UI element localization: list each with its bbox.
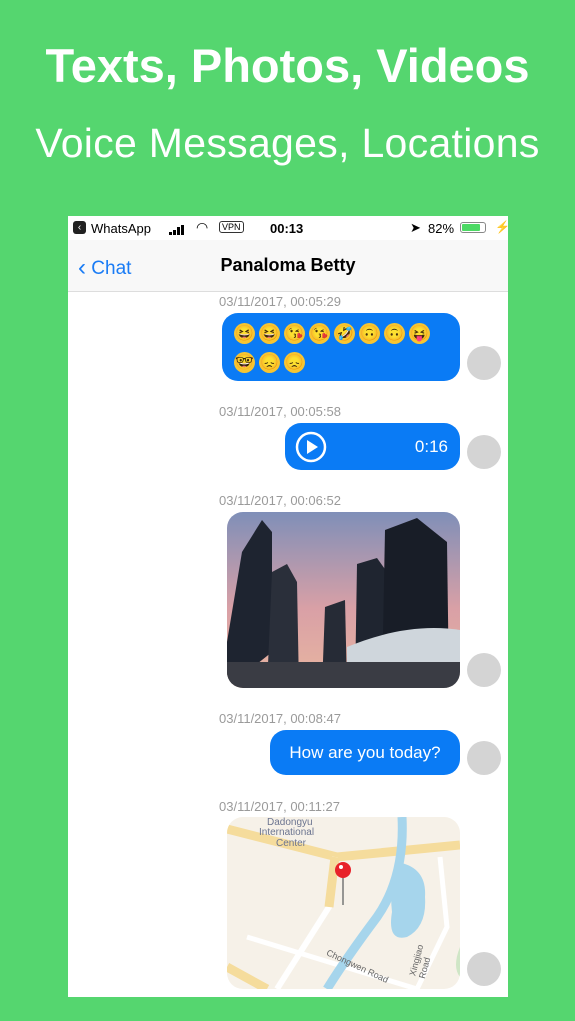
city-photo-image <box>227 512 460 688</box>
charging-icon: ⚡ <box>495 220 508 234</box>
map-label: Center <box>276 838 307 849</box>
wifi-icon: ◠ <box>196 219 209 235</box>
headline-line-2: Voice Messages, Locations <box>35 120 540 166</box>
avatar[interactable] <box>467 653 501 687</box>
text-message-bubble[interactable]: How are you today? <box>270 730 460 775</box>
location-message[interactable]: Dadongyu International Center Chongwen R… <box>227 817 460 989</box>
signal-icon <box>169 223 187 238</box>
message-timestamp: 03/11/2017, 00:05:29 <box>219 294 341 309</box>
avatar[interactable] <box>467 741 501 775</box>
emoji: 😘 <box>284 323 305 344</box>
back-to-app-icon[interactable]: ‹ <box>73 221 86 234</box>
nav-bar: ‹ Chat Panaloma Betty <box>68 240 508 292</box>
chat-title: Panaloma Betty <box>220 255 356 275</box>
emoji: 🤣 <box>334 323 355 344</box>
photo-message[interactable] <box>227 512 460 688</box>
emoji: 😆 <box>234 323 255 344</box>
emoji: 😝 <box>409 323 430 344</box>
status-app[interactable]: WhatsApp <box>91 221 151 236</box>
headline-line-1: Texts, Photos, Videos <box>45 39 530 92</box>
emoji: 😞 <box>284 352 305 373</box>
emoji: 🙃 <box>384 323 405 344</box>
emoji: 😞 <box>259 352 280 373</box>
message-timestamp: 03/11/2017, 00:08:47 <box>219 711 341 726</box>
play-icon[interactable] <box>295 431 327 463</box>
message-timestamp: 03/11/2017, 00:05:58 <box>219 404 341 419</box>
voice-message-bubble[interactable]: 0:16 <box>285 423 460 470</box>
map-pin-icon <box>335 862 351 905</box>
status-bar: ‹ WhatsApp ◠ VPN 00:13 ➤ 82% ⚡ <box>68 216 508 240</box>
emoji: 😆 <box>259 323 280 344</box>
battery-icon <box>460 222 486 233</box>
location-arrow-icon: ➤ <box>410 220 421 235</box>
emoji: 🙃 <box>359 323 380 344</box>
message-timestamp: 03/11/2017, 00:11:27 <box>219 799 340 814</box>
vpn-badge: VPN <box>219 221 244 233</box>
status-time: 00:13 <box>270 221 304 236</box>
map-label: International <box>259 827 315 838</box>
avatar[interactable] <box>467 346 501 380</box>
avatar[interactable] <box>467 435 501 469</box>
voice-duration: 0:16 <box>414 437 448 456</box>
emoji: 🤓 <box>234 352 255 373</box>
emoji-message-bubble[interactable]: 😆 😆 😘 😘 🤣 🙃 🙃 😝🤓 😞 😞 <box>222 313 460 381</box>
emoji: 😘 <box>309 323 330 344</box>
phone-screen: ‹ WhatsApp ◠ VPN 00:13 ➤ 82% ⚡ ‹ Chat Pa… <box>68 216 508 997</box>
avatar[interactable] <box>467 952 501 986</box>
battery-percent: 82% <box>428 221 455 236</box>
message-timestamp: 03/11/2017, 00:06:52 <box>219 493 341 508</box>
